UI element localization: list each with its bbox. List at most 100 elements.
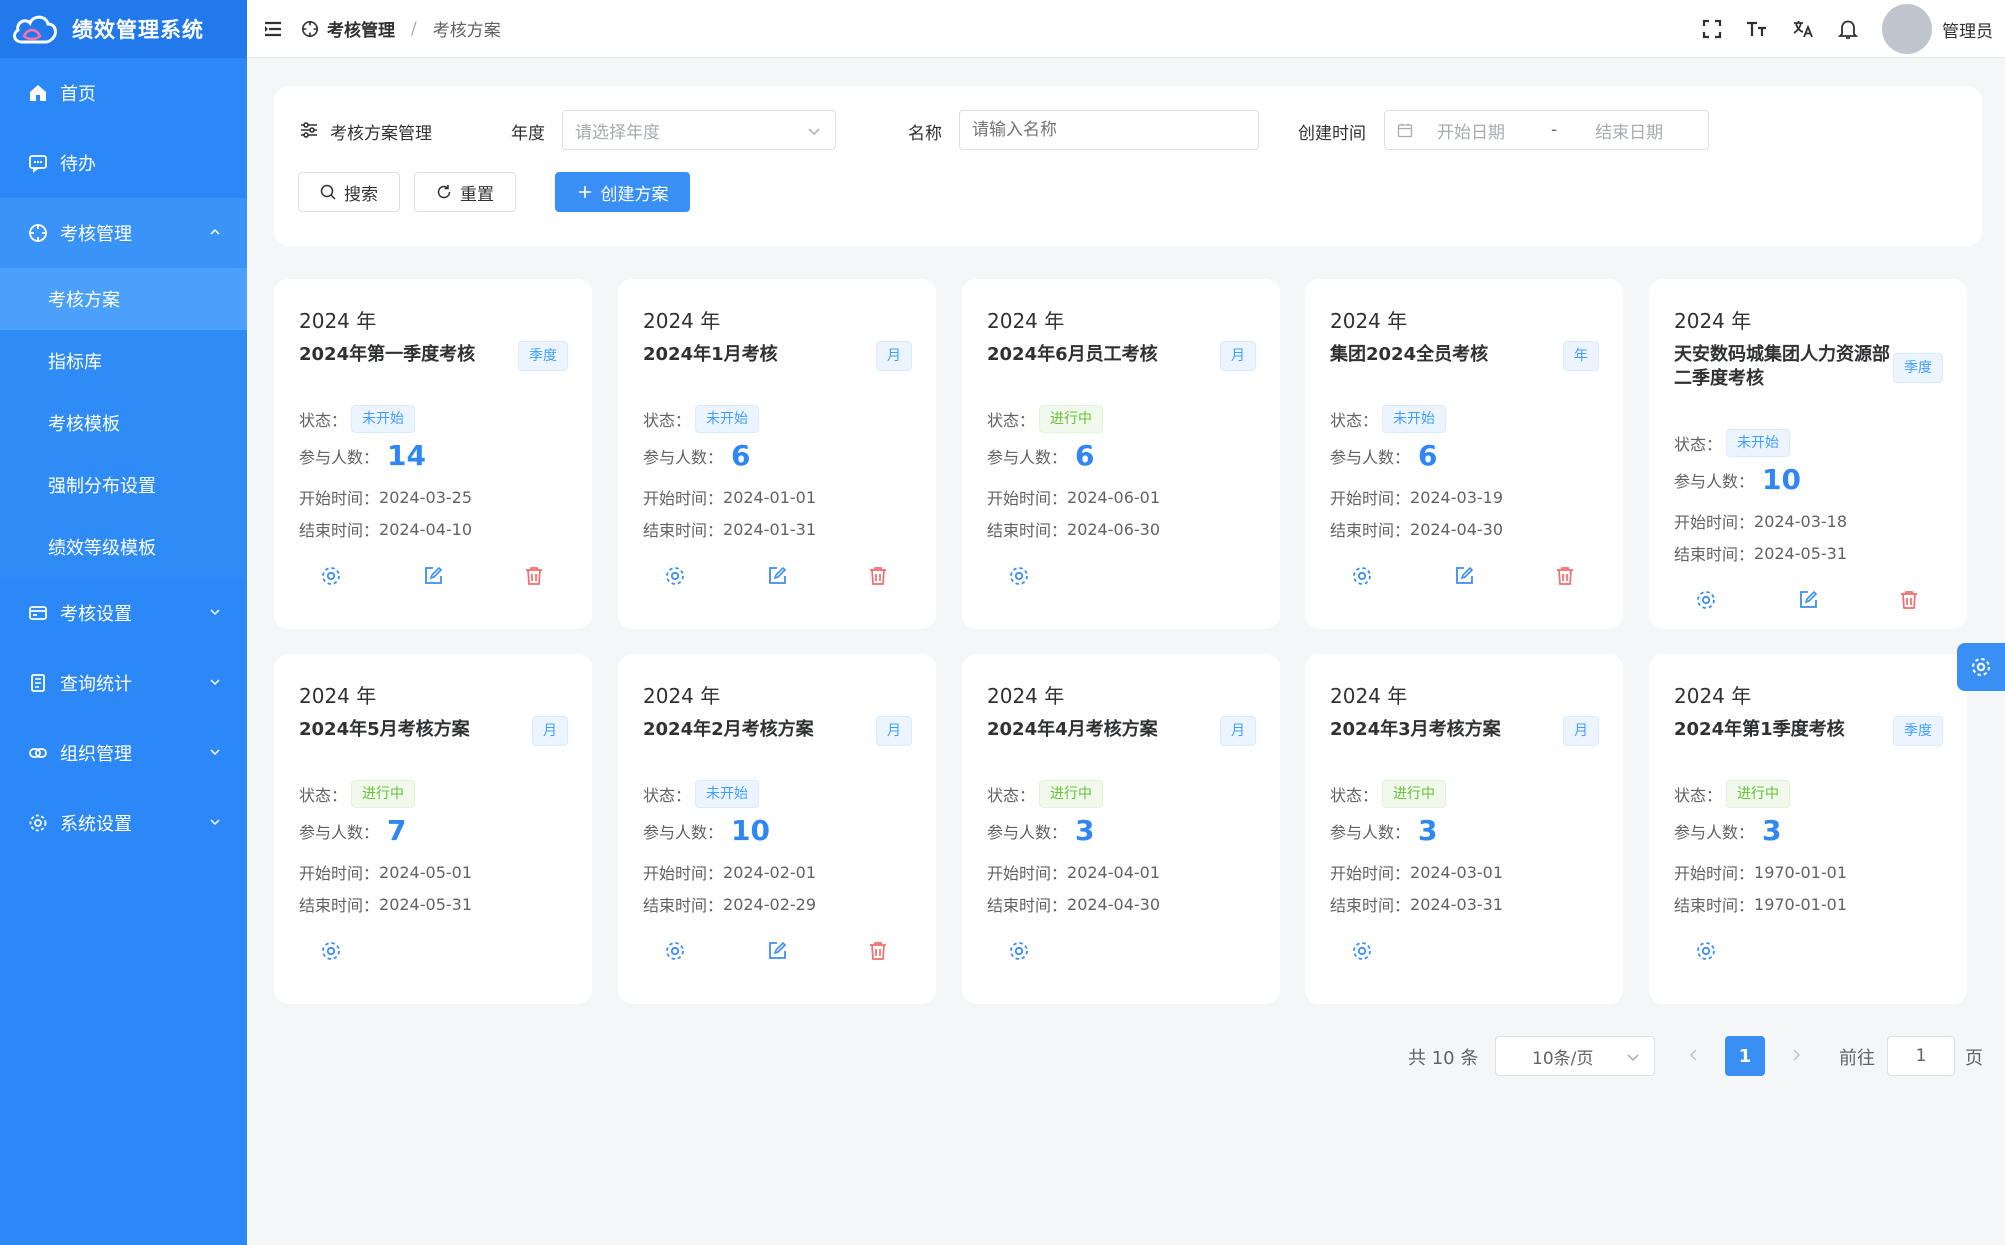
- font-size-icon[interactable]: [1746, 19, 1768, 39]
- end-label: 结束时间：: [1330, 896, 1411, 915]
- delete-button[interactable]: [1554, 565, 1576, 587]
- page-size-select[interactable]: 10条/页: [1495, 1036, 1655, 1076]
- menu-item-organization[interactable]: 组织管理: [0, 718, 247, 788]
- card-plan-name: 2024年第一季度考核: [299, 344, 476, 365]
- menu-item-home[interactable]: 首页: [0, 58, 247, 128]
- edit-button[interactable]: [766, 940, 788, 962]
- page-number-current[interactable]: 1: [1725, 1036, 1765, 1076]
- search-button[interactable]: 搜索: [298, 172, 400, 212]
- prev-page-icon[interactable]: [1688, 1048, 1700, 1062]
- gear-icon: [322, 567, 340, 585]
- bell-icon[interactable]: [1838, 18, 1858, 40]
- delete-button[interactable]: [867, 940, 889, 962]
- edit-button[interactable]: [1797, 589, 1819, 611]
- card-year: 2024 年: [643, 684, 721, 708]
- plan-card[interactable]: 2024 年 2024年第1季度考核 季度 状态： 进行中 参与人数： 3 开始时间： 1970…: [1649, 654, 1967, 1004]
- date-range-picker[interactable]: 开始日期 - 结束日期: [1384, 110, 1709, 150]
- end-label: 结束时间：: [1330, 521, 1411, 540]
- next-page-icon[interactable]: [1790, 1048, 1802, 1062]
- settings-button[interactable]: [320, 565, 342, 587]
- submenu-item-indicators[interactable]: 指标库: [0, 330, 247, 392]
- settings-button[interactable]: [1351, 940, 1373, 962]
- plan-card[interactable]: 2024 年 2024年3月考核方案月状态： 进行中 参与人数： 3 开始时间： 2024-…: [1305, 654, 1623, 1004]
- create-plan-button[interactable]: 创建方案: [555, 172, 690, 212]
- avatar[interactable]: [1882, 4, 1932, 54]
- app-logo[interactable]: 绩效管理系统: [0, 0, 247, 58]
- goto-page-input[interactable]: [1887, 1036, 1955, 1076]
- plan-card[interactable]: 2024 年 2024年第一季度考核 季度 状态： 未开始 参与人数： 14 开始时间： 202…: [274, 279, 592, 629]
- end-label: 结束时间：: [643, 521, 724, 540]
- edit-button[interactable]: [1453, 565, 1475, 587]
- reset-button[interactable]: 重置: [414, 172, 516, 212]
- gear-icon: [1697, 942, 1715, 960]
- settings-button[interactable]: [1695, 940, 1717, 962]
- settings-button[interactable]: [1008, 940, 1030, 962]
- start-date: 2024-03-19: [1410, 487, 1503, 507]
- delete-button[interactable]: [1898, 589, 1920, 611]
- settings-button[interactable]: [1695, 589, 1717, 611]
- menu-item-system-settings[interactable]: 系统设置: [0, 788, 247, 858]
- start-row: 开始时间： 2024-03-18: [1674, 509, 1847, 533]
- participant-count: 3: [1418, 814, 1438, 847]
- submenu-item-grade-templates[interactable]: 绩效等级模板: [0, 516, 247, 578]
- menu-item-assessment-settings[interactable]: 考核设置: [0, 578, 247, 648]
- plan-card[interactable]: 2024 年 2024年5月考核方案月状态： 进行中 参与人数： 7 开始时间： 2024-…: [274, 654, 592, 1004]
- end-date: 1970-01-01: [1754, 894, 1847, 914]
- name-input[interactable]: [959, 110, 1259, 150]
- edit-icon: [769, 566, 787, 584]
- start-row: 开始时间： 1970-01-01: [1674, 860, 1847, 884]
- submenu-item-distribution[interactable]: 强制分布设置: [0, 454, 247, 516]
- menu-item-todo[interactable]: 待办: [0, 128, 247, 198]
- translate-icon[interactable]: [1792, 19, 1814, 39]
- card-year: 2024 年: [1674, 309, 1752, 333]
- plan-card[interactable]: 2024 年天安数码城集团人力资源部二季度考核 季度 状态： 未开始 参与人数： 10 开始…: [1649, 279, 1967, 629]
- end-row: 结束时间： 2024-04-10: [299, 517, 472, 541]
- end-row: 结束时间： 2024-02-29: [643, 892, 816, 916]
- settings-button[interactable]: [1351, 565, 1373, 587]
- settings-button[interactable]: [664, 565, 686, 587]
- settings-button[interactable]: [320, 940, 342, 962]
- settings-button[interactable]: [1008, 565, 1030, 587]
- submenu-item-templates[interactable]: 考核模板: [0, 392, 247, 454]
- fullscreen-icon[interactable]: [1702, 19, 1722, 39]
- end-date-placeholder[interactable]: 结束日期: [1595, 118, 1663, 143]
- gear-icon: [1697, 591, 1715, 609]
- edit-button[interactable]: [766, 565, 788, 587]
- start-label: 开始时间：: [299, 489, 380, 508]
- menu-item-assessment[interactable]: 考核管理: [0, 198, 247, 268]
- delete-button[interactable]: [867, 565, 889, 587]
- start-date-placeholder[interactable]: 开始日期: [1437, 118, 1505, 143]
- end-label: 结束时间：: [1674, 545, 1755, 564]
- end-date: 2024-04-30: [1067, 894, 1160, 914]
- start-label: 开始时间：: [299, 864, 380, 883]
- floating-settings-button[interactable]: [1957, 643, 2005, 691]
- plan-card[interactable]: 2024 年 2024年2月考核方案月状态： 未开始 参与人数： 10 开始时间： 2024…: [618, 654, 936, 1004]
- gear-icon: [1010, 567, 1028, 585]
- created-time-label: 创建时间: [1298, 124, 1366, 144]
- status-badge: 未开始: [1726, 429, 1791, 457]
- year-select[interactable]: 请选择年度: [562, 110, 836, 150]
- end-date: 2024-01-31: [723, 519, 816, 539]
- period-tag: 季度: [1893, 353, 1943, 383]
- delete-icon: [526, 567, 542, 585]
- plan-card[interactable]: 2024 年集团2024全员考核年状态： 未开始 参与人数： 6 开始时间： 2024-0…: [1305, 279, 1623, 629]
- participants-label: 参与人数：: [299, 822, 380, 842]
- plan-card[interactable]: 2024 年 2024年1月考核月状态： 未开始 参与人数： 6 开始时间： 2024-01…: [618, 279, 936, 629]
- delete-button[interactable]: [523, 565, 545, 587]
- participants-row: 参与人数： 3: [987, 814, 1095, 847]
- settings-button[interactable]: [664, 940, 686, 962]
- user-name[interactable]: 管理员: [1942, 17, 1993, 42]
- edit-button[interactable]: [422, 565, 444, 587]
- chevron-up-icon: [210, 228, 220, 235]
- end-date: 2024-04-30: [1410, 519, 1503, 539]
- participants-label: 参与人数：: [643, 447, 724, 467]
- submenu-item-plans[interactable]: 考核方案: [0, 268, 247, 330]
- plan-card[interactable]: 2024 年 2024年4月考核方案月状态： 进行中 参与人数： 3 开始时间： 2024-…: [962, 654, 1280, 1004]
- breadcrumb-item[interactable]: 考核管理: [327, 16, 395, 41]
- participants-row: 参与人数： 14: [299, 439, 426, 472]
- plan-card[interactable]: 2024 年 2024年6月员工考核月状态： 进行中 参与人数： 6 开始时间： 2024-…: [962, 279, 1280, 629]
- menu-item-statistics[interactable]: 查询统计: [0, 648, 247, 718]
- delete-icon: [870, 942, 886, 960]
- card-year: 2024 年: [643, 309, 721, 333]
- menu-toggle-icon[interactable]: [263, 20, 283, 38]
